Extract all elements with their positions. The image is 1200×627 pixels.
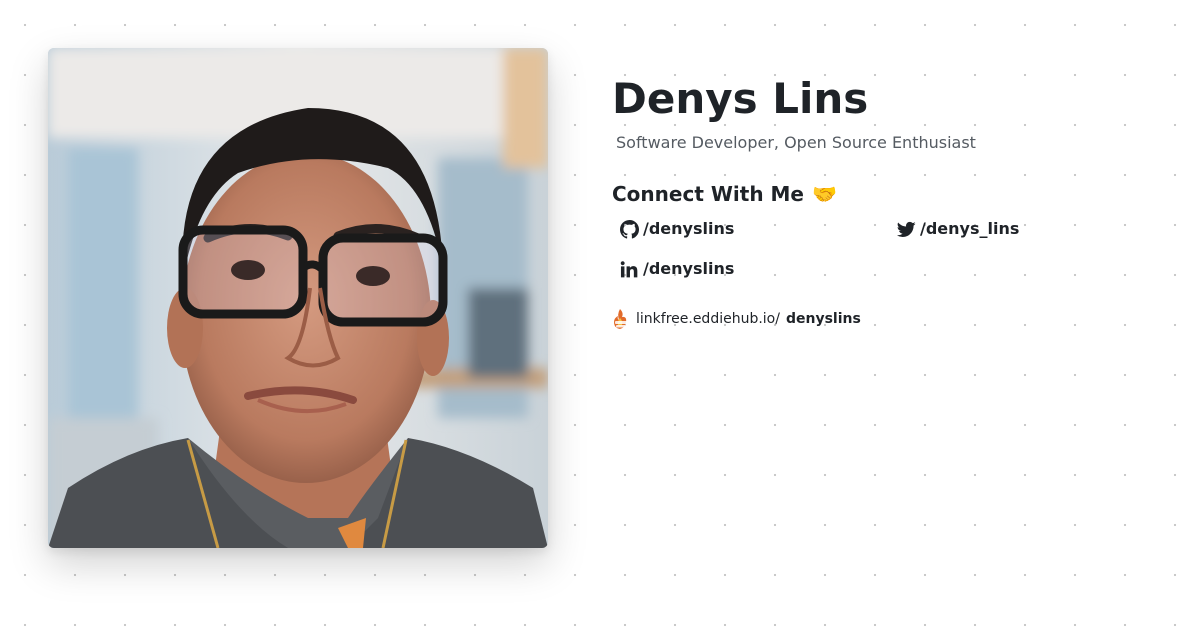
connect-heading-text: Connect With Me [612,182,804,206]
profile-photo [48,48,548,548]
linkfree-username: denyslins [785,311,861,327]
profile-name: Denys Lins [612,74,869,123]
linkfree-profile-link[interactable]: linkfree.eddiehub.io/ denyslins [612,308,1172,330]
profile-info: Denys Lins Software Developer, Open Sour… [612,72,1172,330]
profile-card: Denys Lins Software Developer, Open Sour… [0,0,1200,627]
twitter-link[interactable]: /denys_lins [897,218,1167,240]
handshake-icon: 🤝 [811,182,837,206]
github-icon [620,219,639,239]
twitter-icon [897,221,916,237]
linkedin-icon [620,260,638,277]
linkedin-link[interactable]: /denyslins [620,258,897,280]
profile-tagline: Software Developer, Open Source Enthusia… [616,133,976,152]
twitter-link-label: /denys_lins [920,219,1020,238]
connect-heading: Connect With Me 🤝 [612,180,1172,208]
linkedin-link-label: /denyslins [643,259,735,278]
github-link[interactable]: /denyslins [620,218,897,240]
social-links: /denyslins /denys_lins /denyslins [620,218,1172,280]
github-link-label: /denyslins [643,219,735,238]
linkfree-logo-icon [614,309,627,329]
linkfree-domain: linkfree.eddiehub.io/ [636,311,780,327]
